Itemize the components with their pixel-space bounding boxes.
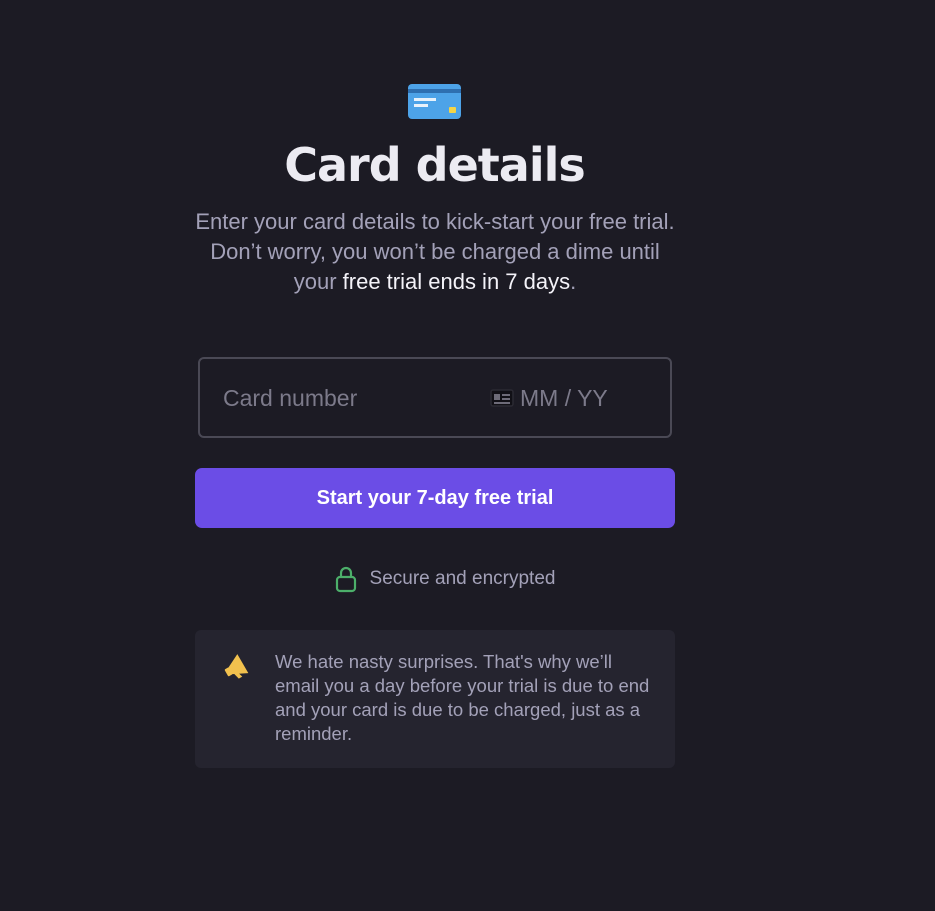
card-input-field[interactable] (198, 357, 672, 438)
reminder-text: We hate nasty surprises. That's why we’l… (275, 651, 650, 744)
secure-indicator: Secure and encrypted (0, 565, 935, 595)
secure-indicator-content: Secure and encrypted (335, 565, 556, 593)
card-number-input[interactable] (223, 383, 463, 413)
page-title: Card details (284, 138, 586, 192)
card-details-page: Card details Enter your card details to … (0, 0, 935, 911)
id-card-icon (490, 389, 514, 407)
credit-card-icon (408, 84, 461, 119)
page-subtitle: Enter your card details to kick-start yo… (195, 207, 675, 297)
lock-icon (335, 566, 356, 593)
trial-length-highlight: free trial ends in 7 days (342, 269, 571, 294)
start-free-trial-button[interactable]: Start your 7-day free trial (195, 468, 675, 528)
megaphone-icon (224, 654, 249, 679)
expiry-input[interactable] (520, 383, 640, 413)
secure-text: Secure and encrypted (369, 568, 556, 589)
subtitle-end: . (570, 269, 577, 294)
